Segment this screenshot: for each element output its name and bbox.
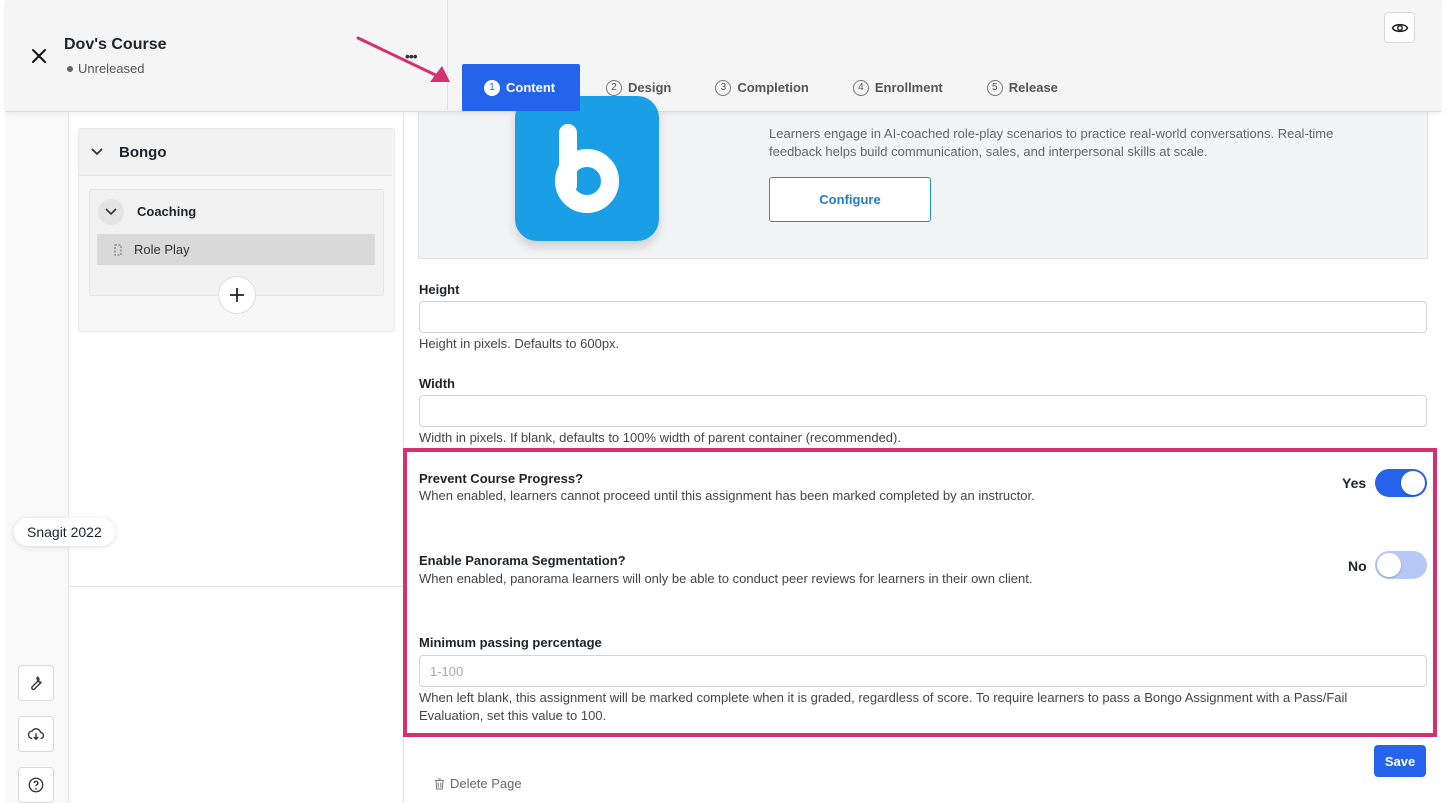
tab-number: 3 xyxy=(715,79,732,96)
chevron-down-icon[interactable] xyxy=(98,199,124,225)
width-input[interactable] xyxy=(419,395,1427,427)
help-button[interactable] xyxy=(18,767,54,803)
height-hint: Height in pixels. Defaults to 600px. xyxy=(419,336,620,351)
tab-number: 5 xyxy=(986,79,1003,96)
prevent-progress-hint: When enabled, learners cannot proceed un… xyxy=(419,488,1035,503)
prevent-progress-state: Yes xyxy=(1342,475,1367,491)
bongo-description: Learners engage in AI-coached role-play … xyxy=(769,126,1334,159)
outline-divider xyxy=(403,111,404,803)
bongo-logo xyxy=(515,96,659,241)
add-page-button[interactable] xyxy=(218,276,256,314)
tab-completion[interactable]: 3 Completion xyxy=(693,64,831,111)
panorama-title: Enable Panorama Segmentation? xyxy=(419,553,626,568)
panorama-toggle[interactable] xyxy=(1375,551,1427,579)
subsection-title: Coaching xyxy=(137,204,197,219)
page-icon xyxy=(114,244,122,255)
height-input[interactable] xyxy=(419,301,1427,333)
delete-page-button[interactable]: Delete Page xyxy=(434,776,522,791)
annotation-arrow-icon xyxy=(356,36,450,82)
page-item-label: Role Play xyxy=(134,242,190,257)
min-passing-label: Minimum passing percentage xyxy=(419,635,602,650)
tab-label: Release xyxy=(1008,80,1058,95)
panorama-hint: When enabled, panorama learners will onl… xyxy=(419,571,1033,586)
course-status: Unreleased xyxy=(67,61,145,76)
width-hint: Width in pixels. If blank, defaults to 1… xyxy=(419,430,901,445)
save-button[interactable]: Save xyxy=(1374,745,1426,777)
tab-design[interactable]: 2 Design xyxy=(580,64,693,111)
tab-label: Content xyxy=(506,80,556,95)
delete-page-label: Delete Page xyxy=(450,776,522,791)
tab-number: 1 xyxy=(484,79,500,96)
min-passing-hint: When left blank, this assignment will be… xyxy=(419,690,1348,723)
preview-button[interactable] xyxy=(1384,12,1415,43)
close-icon[interactable] xyxy=(27,44,51,68)
trash-icon xyxy=(435,778,444,789)
cloud-download-icon xyxy=(27,728,45,741)
tab-release[interactable]: 5 Release xyxy=(965,64,1080,111)
tab-label: Completion xyxy=(737,80,809,95)
prevent-progress-title: Prevent Course Progress? xyxy=(419,471,584,486)
tab-enrollment[interactable]: 4 Enrollment xyxy=(831,64,965,111)
tab-number: 2 xyxy=(606,79,622,96)
course-status-label: Unreleased xyxy=(78,61,145,76)
cloud-download-button[interactable] xyxy=(18,716,54,752)
height-label: Height xyxy=(419,282,460,297)
min-passing-input[interactable] xyxy=(419,655,1427,687)
width-label: Width xyxy=(419,376,455,391)
prevent-progress-toggle[interactable] xyxy=(1375,469,1427,497)
outline-page-item[interactable]: Role Play xyxy=(97,234,375,265)
tab-content[interactable]: 1 Content xyxy=(462,64,580,111)
section-title: Bongo xyxy=(119,144,167,161)
plus-icon xyxy=(230,288,244,302)
status-dot-icon xyxy=(67,65,73,72)
panorama-state: No xyxy=(1348,558,1367,574)
tab-label: Enrollment xyxy=(874,80,943,95)
step-tabs: 1 Content 2 Design 3 Completion 4 Enroll… xyxy=(462,64,1080,111)
wrench-icon xyxy=(31,676,42,691)
help-icon xyxy=(28,777,44,793)
course-title: Dov's Course xyxy=(64,36,167,53)
eye-icon xyxy=(1391,23,1408,32)
configure-button[interactable]: Configure xyxy=(769,177,931,222)
toggle-knob xyxy=(1401,471,1425,495)
tab-label: Design xyxy=(628,80,672,95)
snagit-tooltip: Snagit 2022 xyxy=(14,518,115,546)
bongo-logo-icon xyxy=(555,124,619,213)
tab-number: 4 xyxy=(852,79,869,96)
settings-tool-button[interactable] xyxy=(18,665,54,701)
chevron-down-icon[interactable] xyxy=(90,147,104,157)
toggle-knob xyxy=(1377,553,1401,577)
